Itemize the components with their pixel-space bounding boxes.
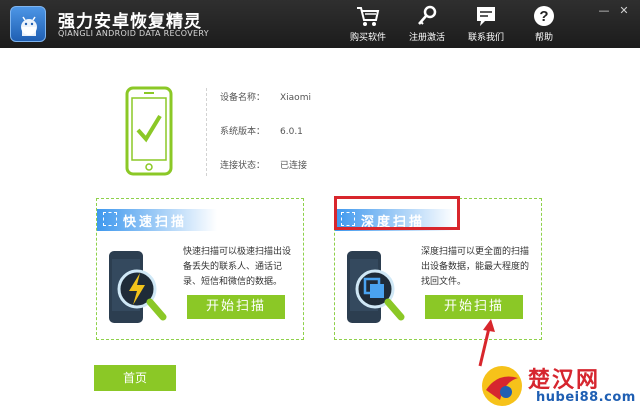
info-divider bbox=[206, 88, 207, 176]
quick-scan-card: 快速扫描 快速扫描可以极速扫描出设备丢失的联系人、通话记录、短信和微信的数据。 … bbox=[96, 198, 304, 340]
register-activate-label: 注册激活 bbox=[408, 33, 445, 43]
connection-status-row: 连接状态： 已连接 bbox=[220, 158, 307, 171]
main-area: 设备名称： Xiaomi 系统版本： 6.0.1 连接状态： 已连接 快速扫描 快速扫… bbox=[0, 48, 640, 412]
highlight-annotation bbox=[334, 196, 460, 230]
chat-icon bbox=[477, 7, 495, 26]
lightning-magnifier-icon bbox=[109, 251, 167, 323]
quick-scan-header: 快速扫描 bbox=[97, 209, 217, 231]
contact-us-label: 联系我们 bbox=[467, 33, 504, 43]
home-button[interactable]: 首页 bbox=[94, 365, 176, 391]
phone-check-icon bbox=[125, 86, 173, 176]
connection-status-value: 已连接 bbox=[280, 161, 308, 171]
device-name-label: 设备名称： bbox=[220, 93, 266, 103]
quick-scan-start-button[interactable]: 开始扫描 bbox=[187, 295, 285, 319]
connection-status-label: 连接状态： bbox=[220, 161, 266, 171]
device-info-panel: 设备名称： Xiaomi 系统版本： 6.0.1 连接状态： 已连接 bbox=[96, 78, 546, 188]
register-activate-button[interactable]: 注册激活 bbox=[399, 4, 455, 44]
help-icon: ? bbox=[534, 6, 554, 26]
buy-software-label: 购买软件 bbox=[349, 33, 386, 43]
watermark-logo-icon bbox=[482, 366, 522, 406]
svg-text:?: ? bbox=[539, 8, 548, 25]
os-version-label: 系统版本： bbox=[220, 127, 266, 137]
title-bar: 强力安卓恢复精灵 QIANGLI ANDROID DATA RECOVERY 购… bbox=[0, 0, 640, 48]
deep-scan-description: 深度扫描可以更全面的扫描出设备数据，能最大程度的找回文件。 bbox=[421, 247, 530, 287]
quick-scan-description: 快速扫描可以极速扫描出设备丢失的联系人、通话记录、短信和微信的数据。 bbox=[183, 247, 292, 287]
device-name-row: 设备名称： Xiaomi bbox=[220, 90, 311, 103]
scan-frame-icon bbox=[103, 212, 117, 226]
watermark-en: hubei88.com bbox=[536, 390, 636, 405]
quick-scan-title: 快速扫描 bbox=[123, 215, 188, 230]
device-name-value: Xiaomi bbox=[280, 93, 311, 103]
watermark: 楚汉网 hubei88.com bbox=[478, 360, 640, 412]
minimize-button[interactable]: — bbox=[596, 4, 612, 18]
help-label: 帮助 bbox=[534, 33, 553, 43]
layers-magnifier-icon bbox=[347, 251, 405, 323]
help-button[interactable]: ? 帮助 bbox=[516, 4, 572, 44]
close-button[interactable]: ✕ bbox=[616, 4, 632, 18]
app-subtitle: QIANGLI ANDROID DATA RECOVERY bbox=[58, 29, 209, 38]
shopping-cart-icon bbox=[357, 7, 380, 26]
key-icon bbox=[418, 5, 437, 25]
deep-scan-start-button[interactable]: 开始扫描 bbox=[425, 295, 523, 319]
buy-software-button[interactable]: 购买软件 bbox=[340, 4, 396, 44]
os-version-row: 系统版本： 6.0.1 bbox=[220, 124, 303, 137]
contact-us-button[interactable]: 联系我们 bbox=[458, 4, 514, 44]
os-version-value: 6.0.1 bbox=[280, 127, 303, 137]
android-logo-icon bbox=[10, 6, 46, 42]
